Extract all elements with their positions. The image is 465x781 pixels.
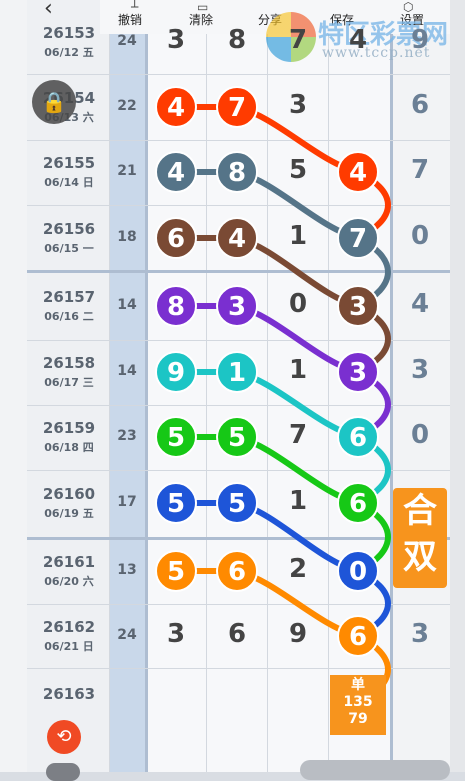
issue-cell: 26162 06/21 日: [30, 618, 108, 654]
left-gutter: [0, 0, 27, 772]
lock-icon[interactable]: 🔒: [32, 80, 76, 124]
digit-value: 8: [227, 25, 247, 55]
issue-date: 06/20 六: [44, 575, 94, 588]
grid-line: [267, 0, 268, 772]
digit-value: 5: [288, 155, 308, 185]
badge-combo-bottom: 双: [403, 537, 437, 577]
issue-cell: 26158 06/17 三: [30, 354, 108, 390]
sum-value: 24: [117, 33, 137, 49]
odd-digits-badge: 单 135 79: [330, 675, 386, 735]
issue-number: 26162: [42, 618, 96, 636]
sum-value: 13: [117, 562, 137, 578]
grid-line: [27, 74, 450, 75]
issue-cell: 26155 06/14 日: [30, 154, 108, 190]
tail-value: 4: [410, 289, 430, 319]
issue-number: 26155: [42, 154, 96, 172]
issue-number: 26159: [42, 419, 96, 437]
tail-value: 0: [410, 221, 430, 251]
home-indicator: [300, 760, 450, 780]
grid-line: [27, 470, 450, 471]
digit-value: 6: [348, 619, 368, 649]
refresh-icon[interactable]: ⟲: [47, 720, 81, 754]
issue-number: 26163: [42, 685, 96, 703]
issue-date: 06/18 四: [44, 441, 94, 454]
grid-line: [27, 140, 450, 141]
sum-value: 24: [117, 627, 137, 643]
digit-value: 9: [288, 619, 308, 649]
right-gutter: [450, 0, 465, 772]
issue-cell: 26161 06/20 六: [30, 553, 108, 589]
digit-value: 1: [288, 221, 308, 251]
back-arrow-icon[interactable]: ‹: [44, 0, 53, 21]
grid-line: [27, 340, 450, 341]
digit-value: 7: [288, 420, 308, 450]
issue-date: 06/16 二: [44, 310, 94, 323]
sum-value: 22: [117, 98, 137, 114]
grid-line: [328, 0, 329, 772]
digit-value: 1: [288, 486, 308, 516]
badge-odd-line2: 79: [348, 711, 368, 727]
issue-date: 06/17 三: [44, 376, 94, 389]
sum-value: 18: [117, 229, 137, 245]
grid-line: [27, 405, 450, 406]
issue-cell: 26156 06/15 一: [30, 220, 108, 256]
digit-value: 3: [166, 25, 186, 55]
issue-number: 26160: [42, 485, 96, 503]
badge-odd-line1: 135: [343, 694, 373, 710]
sum-value: 14: [117, 363, 137, 379]
issue-cell: 26159 06/18 四: [30, 419, 108, 455]
grid-line: [27, 604, 450, 605]
issue-number: 26157: [42, 288, 96, 306]
undo-button[interactable]: 撤销: [118, 11, 142, 28]
tail-value: 0: [410, 420, 430, 450]
issue-date: 06/14 日: [44, 176, 94, 189]
digit-value: 3: [166, 619, 186, 649]
sum-value: 14: [117, 297, 137, 313]
issue-date: 06/12 五: [44, 46, 94, 59]
grid-line: [27, 205, 450, 206]
issue-date: 06/21 日: [44, 640, 94, 653]
sum-value: 23: [117, 428, 137, 444]
tail-value: 6: [410, 90, 430, 120]
grid-line: [145, 0, 148, 772]
badge-combo-top: 合: [403, 491, 437, 531]
digit-value: 3: [288, 90, 308, 120]
grid-line: [109, 0, 110, 772]
issue-date: 06/15 一: [44, 242, 94, 255]
digit-value: 4: [348, 25, 368, 55]
tail-value: 9: [410, 25, 430, 55]
issue-number: 26161: [42, 553, 96, 571]
bottom-handle: [46, 763, 80, 781]
issue-cell: 26157 06/16 二: [30, 288, 108, 324]
digit-value: 0: [288, 289, 308, 319]
sum-value: 17: [117, 494, 137, 510]
issue-cell: 26153 06/12 五: [30, 24, 108, 60]
grid-line: [27, 537, 450, 540]
issue-number: 26153: [42, 24, 96, 42]
digit-value: 1: [288, 355, 308, 385]
sum-column: [109, 0, 145, 772]
badge-odd-title: 单: [351, 677, 365, 693]
issue-date: 06/19 五: [44, 507, 94, 520]
tail-value: 3: [410, 619, 430, 649]
sum-value: 21: [117, 163, 137, 179]
tail-value: 3: [410, 355, 430, 385]
digit-value: 6: [227, 619, 247, 649]
issue-number: 26158: [42, 354, 96, 372]
digit-value: 2: [288, 554, 308, 584]
digit-value: 7: [288, 25, 308, 55]
grid-line: [27, 270, 450, 273]
sum-parity-badge: 合 双: [393, 488, 447, 588]
tail-value: 7: [410, 155, 430, 185]
grid-line: [27, 668, 450, 669]
issue-number: 26156: [42, 220, 96, 238]
issue-cell: 26163: [30, 685, 108, 705]
issue-cell: 26160 06/19 五: [30, 485, 108, 521]
grid-line: [206, 0, 207, 772]
